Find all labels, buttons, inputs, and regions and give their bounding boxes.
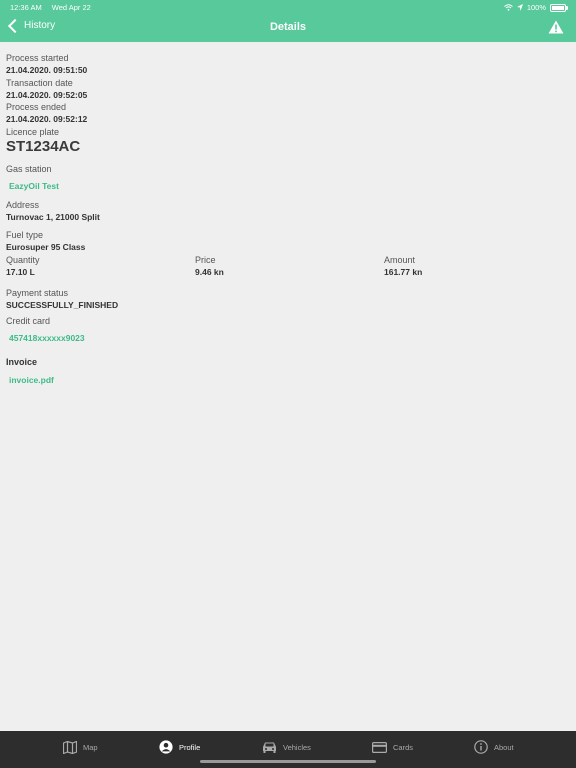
price-field: Price 9.46 kn xyxy=(195,254,384,278)
gas-station-link[interactable]: EazyOil Test xyxy=(9,181,59,191)
credit-card-field: Credit card 457418xxxxxx9023 xyxy=(6,315,85,343)
payment-status-value: SUCCESSFULLY_FINISHED xyxy=(6,300,119,310)
transaction-date-value: 21.04.2020. 09:52:05 xyxy=(6,90,88,100)
home-indicator[interactable] xyxy=(200,760,376,763)
card-icon xyxy=(372,741,387,753)
car-icon xyxy=(263,742,276,753)
price-label: Price xyxy=(195,255,216,265)
fuel-type-label: Fuel type xyxy=(6,230,44,240)
location-icon xyxy=(516,4,523,11)
payment-status-label: Payment status xyxy=(6,288,69,298)
price-value: 9.46 kn xyxy=(195,267,224,277)
tab-profile-label: Profile xyxy=(179,742,201,752)
address-field: Address Turnovac 1, 21000 Split xyxy=(6,199,100,223)
gas-station-field: Gas station EazyOil Test xyxy=(6,163,59,191)
process-ended-value: 21.04.2020. 09:52:12 xyxy=(6,114,88,124)
warning-icon[interactable] xyxy=(548,20,564,34)
address-label: Address xyxy=(6,200,40,210)
tab-vehicles[interactable]: Vehicles xyxy=(262,739,311,755)
tab-cards-label: Cards xyxy=(393,742,414,752)
page-title: Details xyxy=(269,21,307,33)
quantity-price-amount-row: Quantity 17.10 L Price 9.46 kn Amount 16… xyxy=(6,254,576,278)
invoice-link[interactable]: invoice.pdf xyxy=(9,375,54,385)
tab-about[interactable]: About xyxy=(474,739,514,755)
licence-plate-field: Licence plate ST1234AC xyxy=(6,126,80,156)
credit-card-link[interactable]: 457418xxxxxx9023 xyxy=(9,333,85,343)
process-ended-field: Process ended 21.04.2020. 09:52:12 xyxy=(6,101,87,125)
gas-station-label: Gas station xyxy=(6,164,52,174)
quantity-field: Quantity 17.10 L xyxy=(6,254,195,278)
quantity-value: 17.10 L xyxy=(6,267,35,277)
info-icon xyxy=(474,740,488,754)
amount-value: 161.77 kn xyxy=(384,267,423,277)
status-bar: 12:36 AM Wed Apr 22 100% xyxy=(0,0,576,14)
tab-cards[interactable]: Cards xyxy=(372,739,413,755)
licence-plate-label: Licence plate xyxy=(6,127,60,137)
tab-vehicles-label: Vehicles xyxy=(283,742,311,752)
transaction-date-label: Transaction date xyxy=(6,78,73,88)
profile-icon xyxy=(159,740,173,754)
battery-icon xyxy=(550,3,568,12)
credit-card-label: Credit card xyxy=(6,316,51,326)
header-bar: 12:36 AM Wed Apr 22 100% History Details xyxy=(0,0,576,42)
tab-profile[interactable]: Profile xyxy=(159,739,200,755)
fuel-type-field: Fuel type Eurosuper 95 Class xyxy=(6,229,85,253)
process-started-field: Process started 21.04.2020. 09:51:50 xyxy=(6,52,87,76)
battery-percent: 100% xyxy=(526,3,546,12)
tab-map-label: Map xyxy=(83,742,98,752)
tab-about-label: About xyxy=(494,742,514,752)
payment-status-field: Payment status SUCCESSFULLY_FINISHED xyxy=(6,287,118,311)
status-time: 12:36 AM xyxy=(10,3,42,12)
invoice-field: Invoice invoice.pdf xyxy=(6,356,54,385)
address-value: Turnovac 1, 21000 Split xyxy=(6,212,100,222)
process-started-value: 21.04.2020. 09:51:50 xyxy=(6,65,88,75)
tab-map[interactable]: Map xyxy=(63,739,98,755)
quantity-label: Quantity xyxy=(6,255,40,265)
process-started-label: Process started xyxy=(6,53,69,63)
process-ended-label: Process ended xyxy=(6,102,67,112)
map-icon xyxy=(63,740,77,754)
amount-field: Amount 161.77 kn xyxy=(384,254,573,278)
amount-label: Amount xyxy=(384,255,416,265)
transaction-date-field: Transaction date 21.04.2020. 09:52:05 xyxy=(6,77,87,101)
status-date: Wed Apr 22 xyxy=(51,3,91,12)
fuel-type-value: Eurosuper 95 Class xyxy=(6,242,86,252)
invoice-label: Invoice xyxy=(6,357,38,367)
wifi-icon xyxy=(503,4,513,11)
licence-plate-value: ST1234AC xyxy=(6,138,81,155)
